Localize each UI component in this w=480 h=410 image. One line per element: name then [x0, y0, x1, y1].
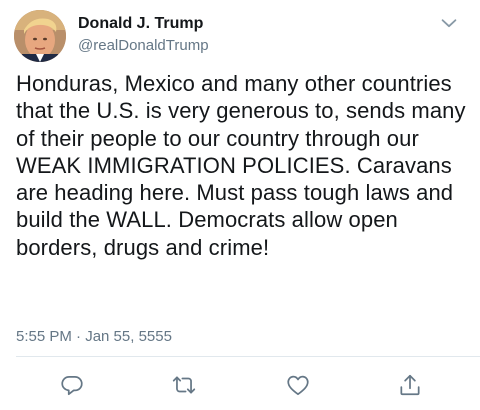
like-button[interactable]	[283, 370, 313, 400]
user-handle[interactable]: @realDonaldTrump	[78, 35, 209, 57]
reply-icon	[61, 376, 83, 396]
retweet-icon	[172, 376, 196, 394]
share-icon	[400, 374, 420, 396]
retweet-button[interactable]	[169, 370, 199, 400]
tweet-text: Honduras, Mexico and many other countrie…	[16, 71, 466, 260]
author-info: Donald J. Trump @realDonaldTrump	[78, 14, 209, 57]
heart-icon	[287, 375, 309, 396]
divider	[16, 356, 480, 357]
action-bar	[0, 370, 480, 400]
avatar[interactable]	[14, 10, 66, 62]
tweet-card: Donald J. Trump @realDonaldTrump Hondura…	[0, 0, 480, 410]
profile-photo-icon	[14, 10, 66, 62]
share-button[interactable]	[395, 370, 425, 400]
display-name[interactable]: Donald J. Trump	[78, 14, 209, 34]
chevron-down-icon[interactable]	[438, 12, 460, 34]
tweet-timestamp[interactable]: 5:55 PM · Jan 55, 5555	[16, 327, 172, 347]
reply-button[interactable]	[57, 370, 87, 400]
